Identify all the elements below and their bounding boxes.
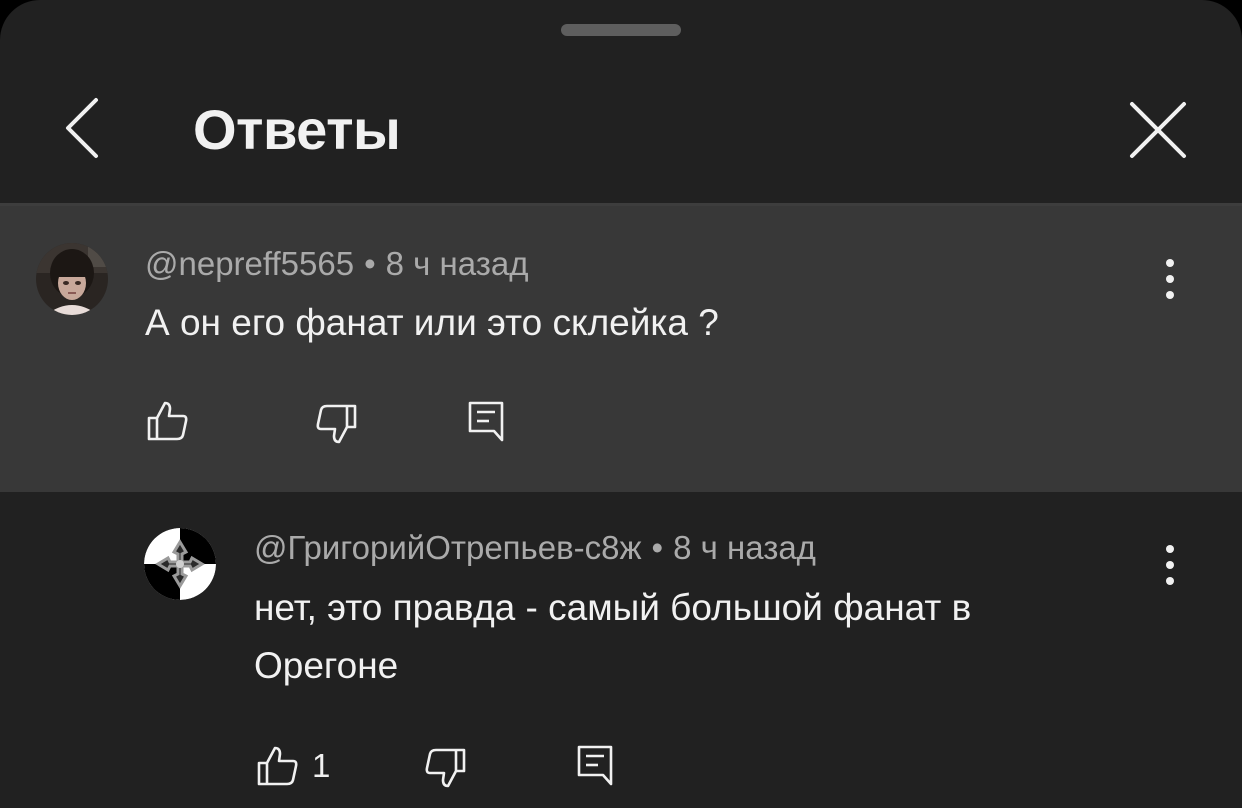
more-options-button[interactable] bbox=[1150, 248, 1190, 308]
like-button[interactable] bbox=[256, 744, 300, 788]
more-vert-icon bbox=[1166, 545, 1174, 585]
close-icon bbox=[1130, 102, 1186, 158]
header: Ответы bbox=[0, 60, 1242, 203]
author-name[interactable]: @ГригорийОтрепьев-с8ж bbox=[254, 529, 642, 566]
thumbs-down-icon bbox=[316, 404, 357, 444]
comment-text: нет, это правда - самый большой фанат в … bbox=[254, 587, 972, 686]
avatar[interactable] bbox=[36, 243, 108, 315]
comment-text: А он его фанат или это склейка ? bbox=[145, 302, 719, 343]
page-title: Ответы bbox=[193, 98, 401, 161]
reply-comment-icon bbox=[577, 745, 613, 786]
dislike-button[interactable] bbox=[423, 746, 467, 790]
author-name[interactable]: @nepreff5565 bbox=[145, 245, 354, 282]
dislike-button[interactable] bbox=[314, 402, 358, 446]
thumbs-down-icon bbox=[425, 748, 466, 788]
timestamp: 8 ч назад bbox=[673, 529, 816, 566]
thumbs-up-icon bbox=[147, 401, 188, 441]
back-button[interactable] bbox=[52, 96, 112, 160]
timestamp: 8 ч назад bbox=[385, 245, 529, 282]
comment-meta: @nepreff5565 • 8 ч назад bbox=[145, 244, 528, 284]
avatar[interactable] bbox=[144, 528, 216, 600]
parent-comment: @nepreff5565 • 8 ч назад А он его фанат ил… bbox=[0, 206, 1242, 492]
meta-separator: • bbox=[651, 529, 664, 566]
like-count: 1 bbox=[312, 747, 331, 784]
reply-button[interactable] bbox=[467, 400, 507, 444]
reply-button[interactable] bbox=[576, 744, 616, 788]
thumbs-up-icon bbox=[257, 746, 298, 786]
replies-sheet: Ответы @nepreff5565 • 8 ч назад А он его… bbox=[0, 0, 1242, 808]
more-options-button[interactable] bbox=[1150, 534, 1190, 594]
more-vert-icon bbox=[1166, 259, 1174, 299]
chevron-left-icon bbox=[66, 98, 98, 158]
reply-comment: @ГригорийОтрепьев-с8ж • 8 ч назад нет, это… bbox=[0, 492, 1242, 808]
like-button[interactable] bbox=[146, 399, 190, 443]
close-button[interactable] bbox=[1120, 92, 1196, 168]
reply-comment-icon bbox=[468, 401, 504, 442]
comment-meta: @ГригорийОтрепьев-с8ж • 8 ч назад bbox=[254, 528, 816, 568]
meta-separator: • bbox=[364, 245, 376, 282]
drag-handle[interactable] bbox=[561, 24, 681, 36]
